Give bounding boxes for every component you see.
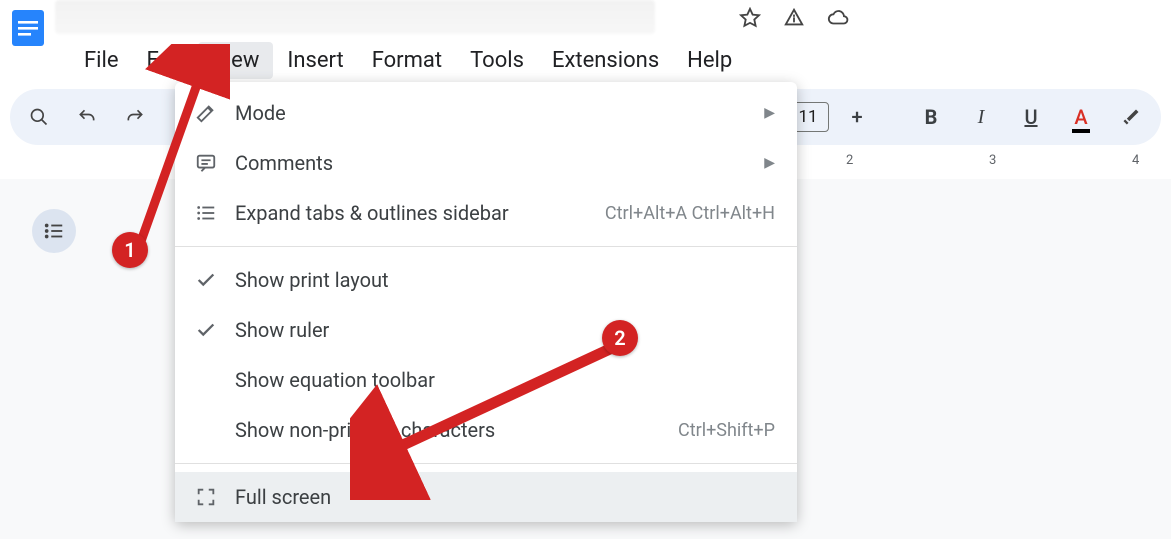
view-menu-item-expand-tabs-outlines-sidebar[interactable]: Expand tabs & outlines sidebar Ctrl+Alt+A… [175,188,797,238]
menu-item-label: Show print layout [235,268,389,292]
menu-file[interactable]: File [70,42,133,79]
view-menu-item-show-ruler[interactable]: Show ruler [175,305,797,355]
menu-item-label: Mode [235,101,286,125]
italic-button[interactable]: I [961,106,1001,129]
chevron-right-icon: ▶ [764,155,775,171]
check-icon [193,267,219,293]
annotation-callout-2: 2 [602,320,638,356]
menu-shortcut: Ctrl+Shift+P [678,420,775,441]
outline-toggle-icon[interactable] [32,209,76,253]
cloud-icon[interactable] [825,5,851,31]
browser-chrome-bar [0,0,1171,36]
comments-icon [193,150,219,176]
view-menu-item-show-equation-toolbar[interactable]: Show equation toolbar [175,355,797,405]
blank-icon [193,367,219,393]
menu-item-label: Show equation toolbar [235,368,435,392]
fullscreen-icon [193,484,219,510]
menu-separator [175,463,797,464]
chevron-right-icon: ▶ [764,105,775,121]
highlight-button[interactable] [1111,107,1151,127]
ruler-mark: 4 [1132,153,1139,168]
bold-button[interactable]: B [911,105,951,129]
view-menu-dropdown: Mode ▶ Comments ▶ Expand tabs & outlines sid… [175,82,797,522]
annotation-callout-1: 1 [112,232,148,268]
star-icon[interactable] [737,5,763,31]
text-color-button[interactable]: A [1061,105,1101,129]
font-size-increase[interactable]: + [837,105,877,129]
redo-icon[interactable] [116,98,154,136]
menu-item-label: Show non-printing characters [235,418,495,442]
menu-format[interactable]: Format [358,42,456,79]
view-menu-item-show-print-layout[interactable]: Show print layout [175,255,797,305]
ruler-mark: 2 [846,153,853,168]
menu-view[interactable]: View [198,42,274,79]
menu-item-label: Full screen [235,485,331,509]
url-blur [55,0,655,34]
blank-icon [193,417,219,443]
extension-icon[interactable] [781,5,807,31]
ruler-mark: 3 [989,153,996,168]
underline-button[interactable]: U [1011,105,1051,129]
search-icon[interactable] [20,98,58,136]
menu-insert[interactable]: Insert [273,42,357,79]
docs-logo[interactable] [6,6,50,50]
menu-separator [175,246,797,247]
view-menu-item-mode[interactable]: Mode ▶ [175,88,797,138]
menu-item-label: Comments [235,151,333,175]
expand-icon [193,200,219,226]
check-icon [193,317,219,343]
menu-extensions[interactable]: Extensions [538,42,673,79]
menu-item-label: Show ruler [235,318,329,342]
menu-shortcut: Ctrl+Alt+A Ctrl+Alt+H [605,203,775,224]
mode-icon [193,100,219,126]
view-menu-item-show-non-printing-characters[interactable]: Show non-printing characters Ctrl+Shift+P [175,405,797,455]
menu-tools[interactable]: Tools [456,42,538,79]
view-menu-item-full-screen[interactable]: Full screen [175,472,797,522]
menu-edit[interactable]: Edit [133,42,198,79]
menu-item-label: Expand tabs & outlines sidebar [235,201,509,225]
view-menu-item-comments[interactable]: Comments ▶ [175,138,797,188]
menu-help[interactable]: Help [673,42,746,79]
undo-icon[interactable] [68,98,106,136]
